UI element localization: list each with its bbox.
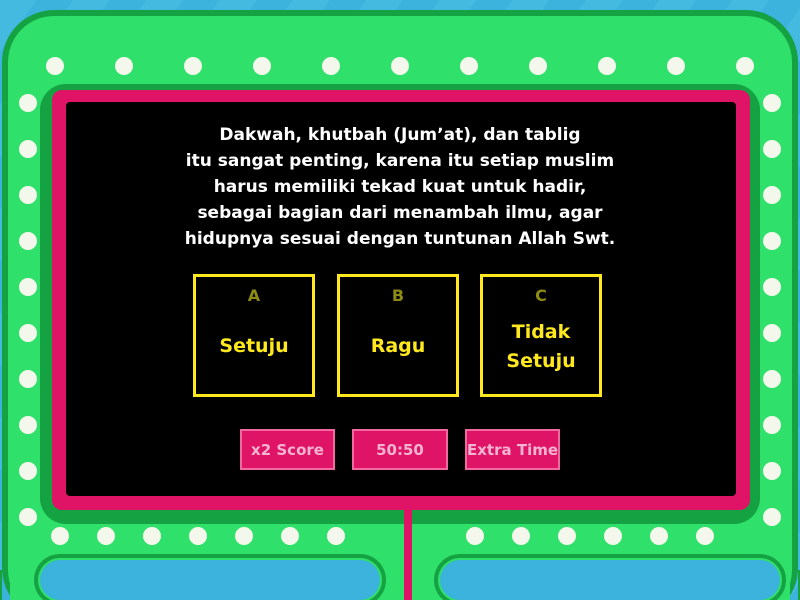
light-bulb: [763, 140, 781, 158]
answer-label: Ragu: [370, 335, 426, 357]
light-bulb: [512, 527, 530, 545]
light-bulb: [281, 527, 299, 545]
question-text: Dakwah, khutbah (Jumʼat), dan tablig itu…: [184, 125, 616, 249]
light-bulb: [143, 527, 161, 545]
light-bulb: [19, 232, 37, 250]
stand-right: [440, 560, 780, 600]
light-bulb: [696, 527, 714, 545]
light-bulb: [19, 278, 37, 296]
answer-letter: C: [535, 286, 547, 305]
light-bulb: [189, 527, 207, 545]
light-bulb: [235, 527, 253, 545]
light-bulb: [19, 94, 37, 112]
light-bulb: [19, 416, 37, 434]
extra-time-button[interactable]: Extra Time: [465, 429, 560, 470]
game-board: Dakwah, khutbah (Jumʼat), dan tablig itu…: [0, 0, 800, 600]
light-bulb: [763, 232, 781, 250]
stand-left: [40, 560, 380, 600]
light-bulb: [763, 324, 781, 342]
light-bulb: [46, 57, 64, 75]
light-bulb: [558, 527, 576, 545]
light-bulb: [529, 57, 547, 75]
light-bulb: [667, 57, 685, 75]
light-bulb: [19, 140, 37, 158]
light-bulb: [115, 57, 133, 75]
light-bulb: [253, 57, 271, 75]
x2-score-button[interactable]: x2 Score: [240, 429, 335, 470]
light-bulb: [184, 57, 202, 75]
light-bulb: [51, 527, 69, 545]
light-bulb: [19, 324, 37, 342]
light-bulb: [763, 278, 781, 296]
light-bulb: [763, 186, 781, 204]
answer-b[interactable]: B Ragu: [337, 274, 459, 397]
light-bulb: [763, 370, 781, 388]
light-bulb: [466, 527, 484, 545]
light-bulb: [19, 370, 37, 388]
pink-stem: [404, 500, 412, 600]
light-bulb: [19, 508, 37, 526]
fifty-fifty-button[interactable]: 50:50: [352, 429, 448, 470]
light-bulb: [598, 57, 616, 75]
answer-letter: B: [391, 286, 405, 305]
answer-a[interactable]: A Setuju: [193, 274, 315, 397]
answer-letter: A: [247, 286, 261, 305]
answer-c[interactable]: C Tidak Setuju: [480, 274, 602, 397]
light-bulb: [604, 527, 622, 545]
light-bulb: [763, 462, 781, 480]
light-bulb: [19, 186, 37, 204]
light-bulb: [650, 527, 668, 545]
answer-label: Tidak Setuju: [506, 320, 576, 372]
light-bulb: [763, 94, 781, 112]
light-bulb: [19, 462, 37, 480]
light-bulb: [97, 527, 115, 545]
light-bulb: [763, 508, 781, 526]
answer-label: Setuju: [219, 335, 289, 357]
light-bulb: [391, 57, 409, 75]
light-bulb: [736, 57, 754, 75]
light-bulb: [327, 527, 345, 545]
light-bulb: [763, 416, 781, 434]
light-bulb: [322, 57, 340, 75]
light-bulb: [460, 57, 478, 75]
